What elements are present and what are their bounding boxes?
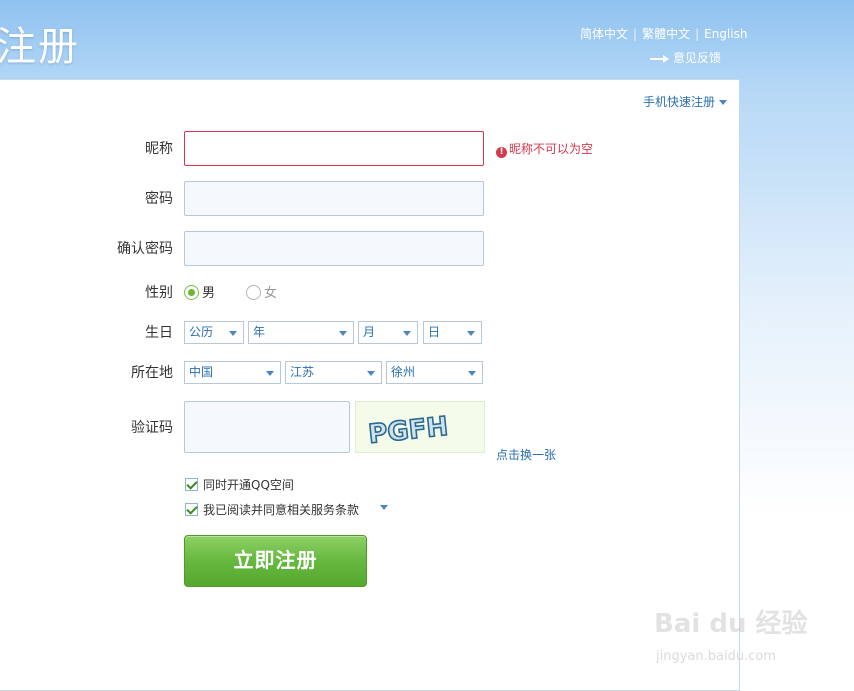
error-icon: ! <box>496 147 507 158</box>
terms-checkbox-row[interactable]: 我已阅读并同意相关服务条款 <box>185 501 359 518</box>
calendar-type-select[interactable]: 公历 <box>184 321 244 344</box>
arrow-right-icon <box>650 54 670 64</box>
captcha-input[interactable] <box>184 401 350 453</box>
birth-month-value: 月 <box>363 325 376 339</box>
captcha-label: 验证码 <box>131 420 173 436</box>
birth-day-value: 日 <box>428 325 441 339</box>
chevron-down-icon <box>467 331 475 336</box>
nickname-input[interactable] <box>184 131 484 166</box>
chevron-down-icon <box>266 371 274 376</box>
city-value: 徐州 <box>391 365 416 379</box>
divider: | <box>633 27 638 41</box>
gender-female-option[interactable]: 女 <box>246 282 277 301</box>
checkbox-checked-icon[interactable] <box>185 503 198 516</box>
divider: | <box>695 27 700 41</box>
chevron-down-icon <box>403 331 411 336</box>
location-label: 所在地 <box>131 365 173 381</box>
gender-label: 性别 <box>145 285 173 301</box>
birth-year-value: 年 <box>253 325 266 339</box>
mobile-register-link[interactable]: 手机快速注册 <box>643 93 727 110</box>
radio-checked-icon[interactable] <box>184 285 199 300</box>
city-select[interactable]: 徐州 <box>386 361 483 384</box>
captcha-text: PGFH <box>367 412 450 450</box>
lang-english[interactable]: English <box>704 27 747 41</box>
radio-unchecked-icon[interactable] <box>246 285 261 300</box>
calendar-type-value: 公历 <box>189 325 214 339</box>
province-value: 江苏 <box>290 365 315 379</box>
password-label: 密码 <box>145 191 173 207</box>
mobile-register-label: 手机快速注册 <box>642 95 715 109</box>
chevron-down-icon <box>468 371 476 376</box>
chevron-down-icon <box>367 371 375 376</box>
registration-panel: 手机快速注册 昵称 ! 昵称不可以为空 密码 确认密码 性别 男 女 生日 公历 … <box>0 79 740 691</box>
register-button[interactable]: 立即注册 <box>184 535 367 587</box>
lang-simplified-chinese[interactable]: 简体中文 <box>580 27 628 41</box>
nickname-error-text: 昵称不可以为空 <box>509 142 594 156</box>
qzone-checkbox-row[interactable]: 同时开通QQ空间 <box>185 476 294 493</box>
chevron-down-icon <box>719 100 727 105</box>
qzone-checkbox-label: 同时开通QQ空间 <box>203 478 294 492</box>
birth-day-select[interactable]: 日 <box>423 321 482 344</box>
confirm-password-label: 确认密码 <box>117 241 173 257</box>
nickname-error: ! 昵称不可以为空 <box>496 140 593 158</box>
feedback-label: 意见反馈 <box>673 51 722 65</box>
language-switcher: 简体中文 | 繁體中文 | English <box>580 25 747 42</box>
birth-month-select[interactable]: 月 <box>358 321 418 344</box>
captcha-refresh-link[interactable]: 点击换一张 <box>496 446 556 463</box>
feedback-link[interactable]: 意见反馈 <box>650 49 721 66</box>
confirm-password-input[interactable] <box>184 231 484 266</box>
terms-expand-icon[interactable] <box>380 505 388 510</box>
nickname-label: 昵称 <box>145 141 173 157</box>
page-title: 注册 <box>0 24 80 70</box>
terms-checkbox-label: 我已阅读并同意相关服务条款 <box>203 503 360 517</box>
chevron-down-icon <box>229 331 237 336</box>
captcha-image[interactable]: PGFH <box>355 401 485 453</box>
birthday-label: 生日 <box>145 325 173 341</box>
gender-male-label: 男 <box>202 286 216 301</box>
country-select[interactable]: 中国 <box>184 361 281 384</box>
watermark-logo: Bai du 经验 <box>654 609 808 639</box>
birth-year-select[interactable]: 年 <box>248 321 354 344</box>
country-value: 中国 <box>189 365 214 379</box>
gender-male-option[interactable]: 男 <box>184 282 215 301</box>
province-select[interactable]: 江苏 <box>285 361 382 384</box>
watermark-url: jingyan.baidu.com <box>656 649 776 664</box>
captcha-glyphs: PGFH <box>366 411 450 451</box>
gender-female-label: 女 <box>264 286 278 301</box>
lang-traditional-chinese[interactable]: 繁體中文 <box>642 27 690 41</box>
checkbox-checked-icon[interactable] <box>185 478 198 491</box>
password-input[interactable] <box>184 181 484 216</box>
chevron-down-icon <box>339 331 347 336</box>
